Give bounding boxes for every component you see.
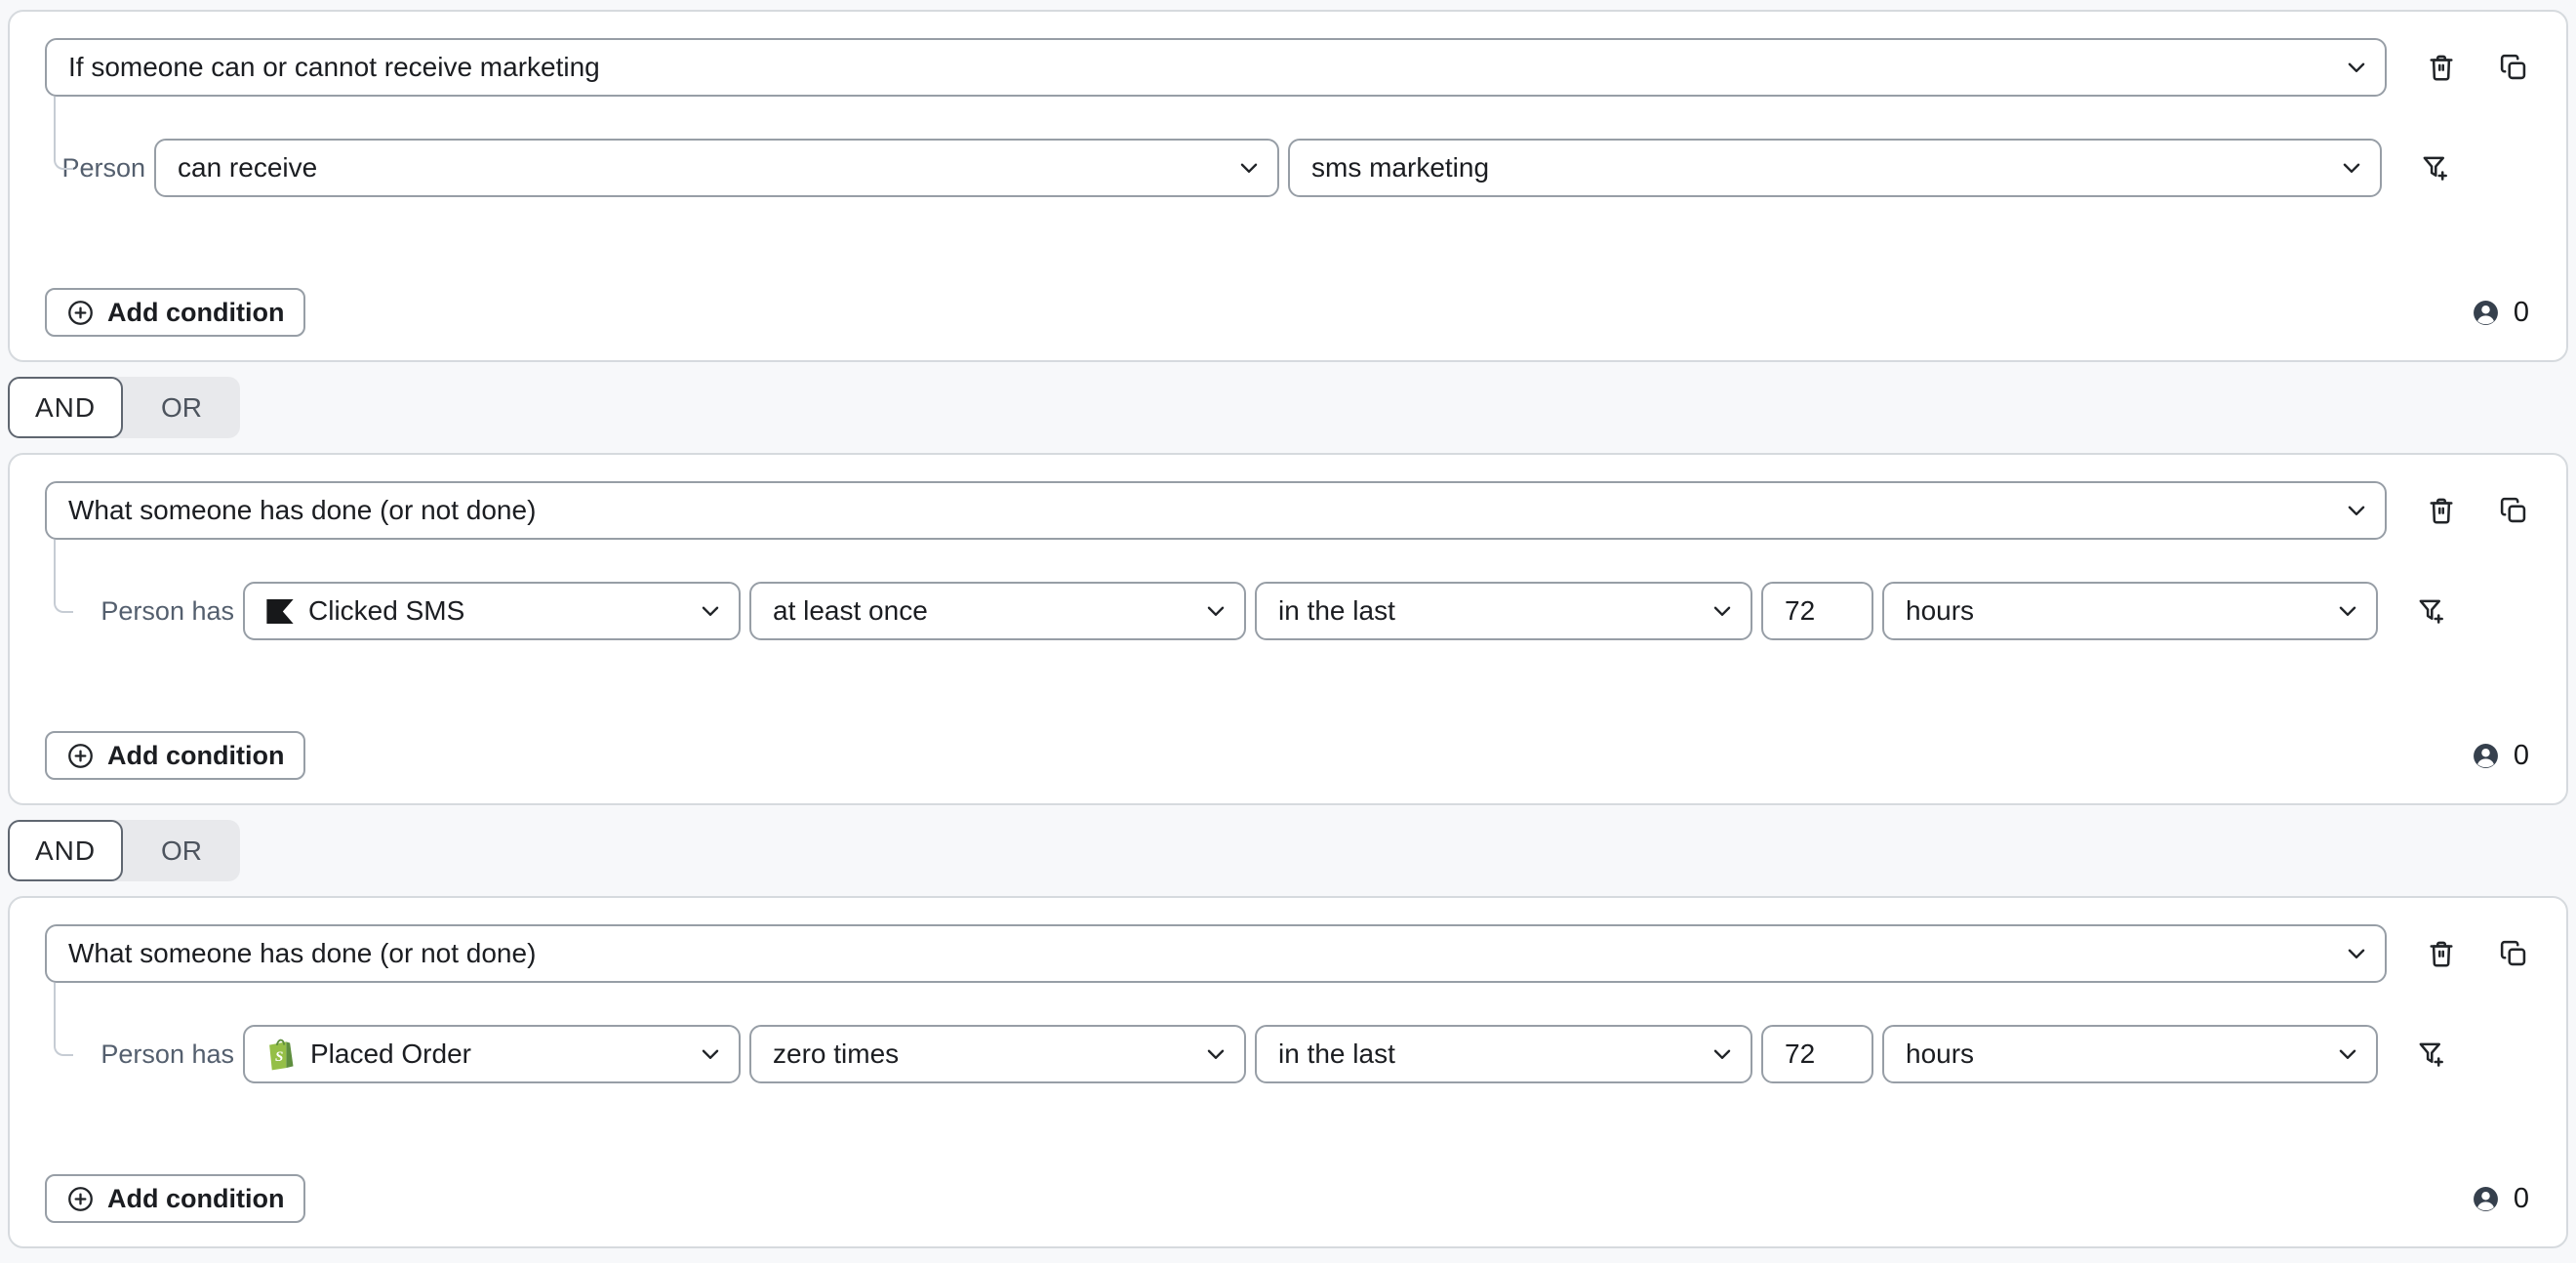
profile-count-value: 0 — [2514, 297, 2529, 329]
chevron-down-icon — [2335, 1041, 2360, 1067]
add-filter-button[interactable] — [2414, 1037, 2449, 1072]
branch-connector — [54, 97, 73, 170]
row-label: Person has — [45, 596, 234, 627]
svg-text:S: S — [275, 1049, 283, 1065]
duplicate-condition-button[interactable] — [2496, 493, 2531, 528]
channel-value: sms marketing — [1311, 152, 2327, 183]
add-condition-label: Add condition — [107, 1184, 284, 1214]
condition-block-3: What someone has done (or not done) Pers… — [8, 896, 2568, 1248]
consent-value: can receive — [178, 152, 1225, 183]
add-condition-label: Add condition — [107, 741, 284, 771]
frequency-select[interactable]: zero times — [749, 1025, 1246, 1083]
frequency-value: zero times — [773, 1039, 1191, 1070]
unit-select[interactable]: hours — [1882, 1025, 2378, 1083]
shopify-bag-icon: S — [266, 1038, 296, 1071]
delete-condition-button[interactable] — [2424, 936, 2459, 971]
row-label: Person has — [45, 1039, 234, 1070]
and-button[interactable]: AND — [8, 820, 123, 881]
profile-count-value: 0 — [2514, 1183, 2529, 1215]
logic-operator-toggle-1: AND OR — [8, 377, 240, 438]
filter-plus-icon — [2416, 595, 2447, 627]
delete-condition-button[interactable] — [2424, 50, 2459, 85]
copy-icon — [2498, 938, 2529, 969]
unit-value: hours — [1906, 595, 2323, 627]
event-value: Clicked SMS — [308, 595, 686, 627]
amount-input[interactable] — [1761, 582, 1873, 640]
unit-select[interactable]: hours — [1882, 582, 2378, 640]
chevron-down-icon — [2339, 155, 2364, 181]
person-circle-icon — [2472, 299, 2500, 327]
condition-block-1: If someone can or cannot receive marketi… — [8, 10, 2568, 362]
unit-value: hours — [1906, 1039, 2323, 1070]
copy-icon — [2498, 52, 2529, 83]
copy-icon — [2498, 495, 2529, 526]
duplicate-condition-button[interactable] — [2496, 936, 2531, 971]
duplicate-condition-button[interactable] — [2496, 50, 2531, 85]
condition-type-value: What someone has done (or not done) — [68, 495, 2332, 526]
trash-icon — [2426, 52, 2457, 83]
person-circle-icon — [2472, 1185, 2500, 1213]
profile-count: 0 — [2472, 1183, 2529, 1215]
add-filter-button[interactable] — [2418, 150, 2453, 185]
trash-icon — [2426, 495, 2457, 526]
branch-connector — [54, 540, 73, 613]
chevron-down-icon — [1710, 598, 1735, 624]
profile-count: 0 — [2472, 740, 2529, 772]
chevron-down-icon — [698, 1041, 723, 1067]
chevron-down-icon — [1236, 155, 1262, 181]
and-button[interactable]: AND — [8, 377, 123, 438]
condition-type-select[interactable]: What someone has done (or not done) — [45, 924, 2387, 983]
trash-icon — [2426, 938, 2457, 969]
add-filter-button[interactable] — [2414, 593, 2449, 629]
timeframe-value: in the last — [1278, 595, 1698, 627]
amount-input[interactable] — [1761, 1025, 1873, 1083]
chevron-down-icon — [1710, 1041, 1735, 1067]
filter-plus-icon — [2420, 152, 2451, 183]
branch-connector — [54, 983, 73, 1056]
timeframe-select[interactable]: in the last — [1255, 582, 1752, 640]
plus-circle-icon — [66, 742, 95, 770]
condition-type-select[interactable]: What someone has done (or not done) — [45, 481, 2387, 540]
profile-count: 0 — [2472, 297, 2529, 329]
or-button[interactable]: OR — [123, 820, 240, 881]
chevron-down-icon — [2344, 55, 2369, 80]
profile-count-value: 0 — [2514, 740, 2529, 772]
consent-select[interactable]: can receive — [154, 139, 1279, 197]
condition-type-select[interactable]: If someone can or cannot receive marketi… — [45, 38, 2387, 97]
add-condition-label: Add condition — [107, 298, 284, 328]
plus-circle-icon — [66, 299, 95, 327]
event-select[interactable]: Clicked SMS — [243, 582, 741, 640]
frequency-select[interactable]: at least once — [749, 582, 1246, 640]
delete-condition-button[interactable] — [2424, 493, 2459, 528]
add-condition-button[interactable]: Add condition — [45, 288, 305, 337]
condition-type-value: What someone has done (or not done) — [68, 938, 2332, 969]
filter-plus-icon — [2416, 1039, 2447, 1070]
chevron-down-icon — [2344, 498, 2369, 523]
timeframe-select[interactable]: in the last — [1255, 1025, 1752, 1083]
event-select[interactable]: S Placed Order — [243, 1025, 741, 1083]
chevron-down-icon — [1203, 598, 1228, 624]
segment-condition-builder: If someone can or cannot receive marketi… — [0, 10, 2576, 1263]
chevron-down-icon — [1203, 1041, 1228, 1067]
chevron-down-icon — [2335, 598, 2360, 624]
event-value: Placed Order — [310, 1039, 686, 1070]
plus-circle-icon — [66, 1185, 95, 1213]
person-circle-icon — [2472, 742, 2500, 770]
add-condition-button[interactable]: Add condition — [45, 1174, 305, 1223]
channel-select[interactable]: sms marketing — [1288, 139, 2382, 197]
condition-type-value: If someone can or cannot receive marketi… — [68, 52, 2332, 83]
condition-block-2: What someone has done (or not done) Pers… — [8, 453, 2568, 805]
add-condition-button[interactable]: Add condition — [45, 731, 305, 780]
klaviyo-flag-icon — [266, 599, 294, 624]
chevron-down-icon — [2344, 941, 2369, 966]
logic-operator-toggle-2: AND OR — [8, 820, 240, 881]
chevron-down-icon — [698, 598, 723, 624]
timeframe-value: in the last — [1278, 1039, 1698, 1070]
frequency-value: at least once — [773, 595, 1191, 627]
or-button[interactable]: OR — [123, 377, 240, 438]
